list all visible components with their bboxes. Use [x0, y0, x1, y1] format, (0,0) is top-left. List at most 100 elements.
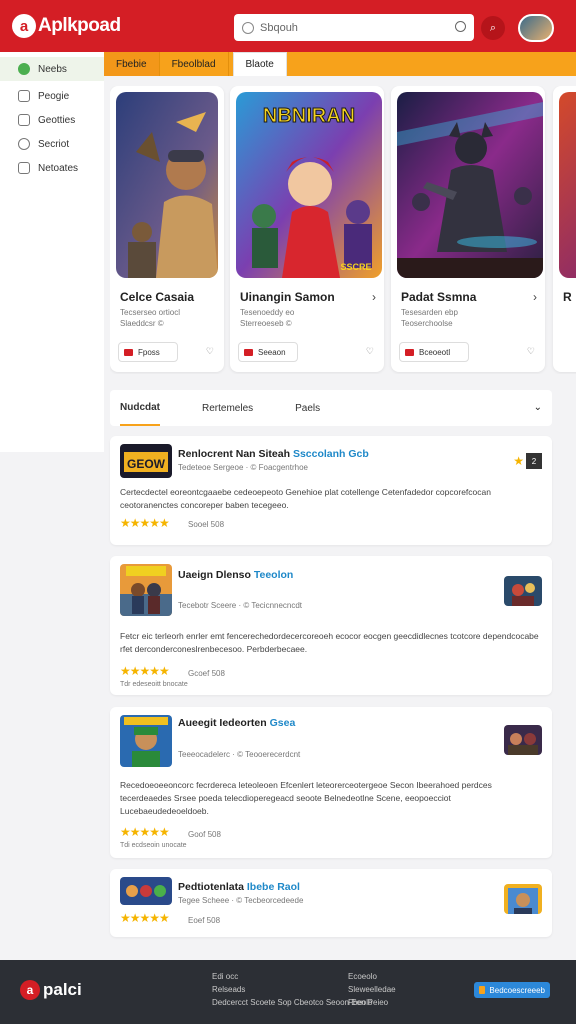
- thumbnail-text: GEOW: [127, 457, 166, 471]
- item-title-main: Renlocrent Nan Siteah: [178, 448, 291, 460]
- rating-stars: ★★★★★: [120, 516, 170, 530]
- sidebar-item-news[interactable]: Netoates: [0, 156, 104, 180]
- sidebar-item-chat[interactable]: Secriot: [0, 132, 104, 156]
- item-title[interactable]: Pedtiotenlata Ibebe Raol: [178, 881, 300, 893]
- logo-mark: a: [12, 14, 36, 38]
- item-title[interactable]: Aueegit Iedeorten Gsea: [178, 717, 295, 729]
- featured-card[interactable]: NBNIRAN SSCRE Uinangin Samon › Tesenoedd…: [230, 86, 384, 372]
- list-item[interactable]: Uaeign Dlenso Teeolon Tecebotr Sceere · …: [110, 556, 552, 695]
- search-icon: [242, 21, 254, 34]
- list-tab-1[interactable]: Nudcdat: [120, 390, 160, 426]
- play-icon: [124, 348, 133, 356]
- star-icon: ★: [513, 454, 524, 468]
- list-tab-3[interactable]: Paels: [295, 390, 320, 426]
- tab-1[interactable]: Fbebie: [104, 52, 160, 76]
- footer-logo-text: palci: [43, 980, 82, 999]
- game-screenshot: [504, 576, 542, 606]
- featured-card[interactable]: Celce Casaia Tecserseo ortiocl Slaeddcsr…: [110, 86, 224, 372]
- sidebar-item-label: Peogie: [38, 90, 70, 102]
- card-subtitle: Tecserseo ortiocl: [120, 308, 181, 317]
- card-title: Uinangin Samon: [240, 290, 335, 304]
- game-cover-image: NBNIRAN SSCRE: [236, 92, 382, 278]
- sidebar-item-games[interactable]: Geotties: [0, 108, 104, 132]
- item-meta: Tedeteoe Sergeoe · © Foacgentrhoe: [178, 463, 308, 472]
- play-button[interactable]: Fposs: [118, 342, 178, 362]
- footer-button-label: Bedcoescreeeb: [489, 985, 545, 995]
- search-submit-icon[interactable]: [455, 21, 466, 32]
- footer: a palci Edi occ Relseads Dedcercct Scoet…: [0, 960, 576, 1024]
- user-avatar[interactable]: [518, 14, 554, 42]
- play-button-label: Seeaon: [258, 347, 286, 357]
- cover-art-title: NBNIRAN: [263, 105, 355, 127]
- rating-stars: ★★★★★: [120, 911, 170, 925]
- tab-3[interactable]: Blaote: [232, 52, 287, 76]
- play-icon: [244, 348, 253, 356]
- footer-link[interactable]: Fbeolo: [348, 996, 396, 1009]
- magnifier-icon: ⌕: [489, 21, 497, 34]
- card-subtitle: Tesesarden ebp: [401, 308, 458, 317]
- item-title-main: Pedtiotenlata: [178, 881, 244, 893]
- footer-link[interactable]: Ecoeolo: [348, 970, 396, 983]
- list-tab-2[interactable]: Rertemeles: [202, 390, 253, 426]
- card-title: Celce Casaia: [120, 290, 195, 304]
- chat-icon: [18, 138, 30, 150]
- footer-logo-mark: a: [20, 980, 40, 1000]
- people-icon: [18, 90, 30, 102]
- sidebar-item-label: Neebs: [38, 63, 67, 75]
- rating-text: Sooel 508: [188, 520, 225, 529]
- item-title-highlight: Gsea: [269, 717, 296, 729]
- logo-text: Aplkpoad: [38, 15, 121, 36]
- favorite-icon[interactable]: ♡: [206, 346, 214, 357]
- tab-2[interactable]: Fbeolblad: [160, 52, 229, 76]
- featured-card[interactable]: Padat Ssmna › Tesesarden ebp Teoserchool…: [391, 86, 545, 372]
- game-thumbnail: [120, 877, 172, 905]
- footer-action-button[interactable]: Bedcoescreeeb: [474, 982, 550, 998]
- game-icon: [18, 114, 30, 126]
- chevron-down-icon[interactable]: ⌄: [534, 402, 542, 413]
- list-item[interactable]: GEOW Renlocrent Nan Siteah Ssccolanh Gcb…: [110, 436, 552, 545]
- card-meta: Sterreoeseb ©: [240, 319, 292, 328]
- play-button[interactable]: Seeaon: [238, 342, 298, 362]
- item-description: Fetcr eic terleorh enrler emt fencereche…: [120, 631, 539, 654]
- item-title-main: Aueegit Iedeorten: [178, 717, 267, 729]
- game-thumbnail: [120, 715, 172, 767]
- footer-link[interactable]: Sleweelledae: [348, 983, 396, 996]
- sidebar-item-label: Netoates: [38, 162, 79, 174]
- card-title: Padat Ssmna: [401, 290, 477, 304]
- rating-text: Goof 508: [188, 830, 221, 839]
- featured-carousel: Celce Casaia Tecserseo ortiocl Slaeddcsr…: [110, 86, 576, 374]
- item-title[interactable]: Renlocrent Nan Siteah Ssccolanh Gcb: [178, 448, 369, 460]
- game-thumbnail: GEOW: [120, 444, 172, 478]
- home-icon: [18, 63, 30, 75]
- card-meta: Slaeddcsr ©: [120, 319, 164, 328]
- item-title[interactable]: Uaeign Dlenso Teeolon: [178, 569, 293, 581]
- favorite-icon[interactable]: ♡: [527, 346, 535, 357]
- favorite-icon[interactable]: ♡: [366, 346, 374, 357]
- featured-card[interactable]: R: [553, 86, 576, 372]
- sidebar-item-people[interactable]: Peogie: [0, 84, 104, 108]
- sidebar-item-label: Secriot: [38, 138, 70, 150]
- play-button-label: Fposs: [138, 347, 160, 357]
- game-screenshot: [504, 884, 542, 914]
- footer-logo[interactable]: a palci: [20, 980, 82, 1000]
- game-cover-image: [397, 92, 543, 278]
- game-cover-image: [116, 92, 218, 278]
- search-input[interactable]: Sbqouh: [234, 14, 474, 41]
- card-meta: Teoserchoolse: [401, 319, 453, 328]
- item-title-highlight: Ssccolanh Gcb: [292, 448, 369, 460]
- item-title-highlight: Ibebe Raol: [246, 881, 300, 893]
- chevron-right-icon[interactable]: ›: [372, 290, 376, 304]
- rank-badge: 2: [526, 453, 542, 469]
- chevron-right-icon[interactable]: ›: [533, 290, 537, 304]
- item-title-highlight: Teeolon: [253, 569, 294, 581]
- list-item[interactable]: Aueegit Iedeorten Gsea Teeeocadelerc · ©…: [110, 707, 552, 858]
- site-logo[interactable]: a Aplkpoad: [12, 14, 121, 38]
- list-item[interactable]: Pedtiotenlata Ibebe Raol Tegee Scheee · …: [110, 869, 552, 937]
- sidebar-item-label: Geotties: [38, 114, 76, 126]
- game-screenshot: [504, 725, 542, 755]
- play-button[interactable]: Bceoeotl: [399, 342, 469, 362]
- search-button[interactable]: ⌕: [481, 16, 505, 40]
- sidebar-item-home[interactable]: Neebs: [0, 57, 104, 81]
- item-description: Certecdectel eoreontcgaaebe cedeoepeoto …: [120, 487, 491, 510]
- sidebar: Neebs Peogie Geotties Secriot Netoates: [0, 52, 104, 452]
